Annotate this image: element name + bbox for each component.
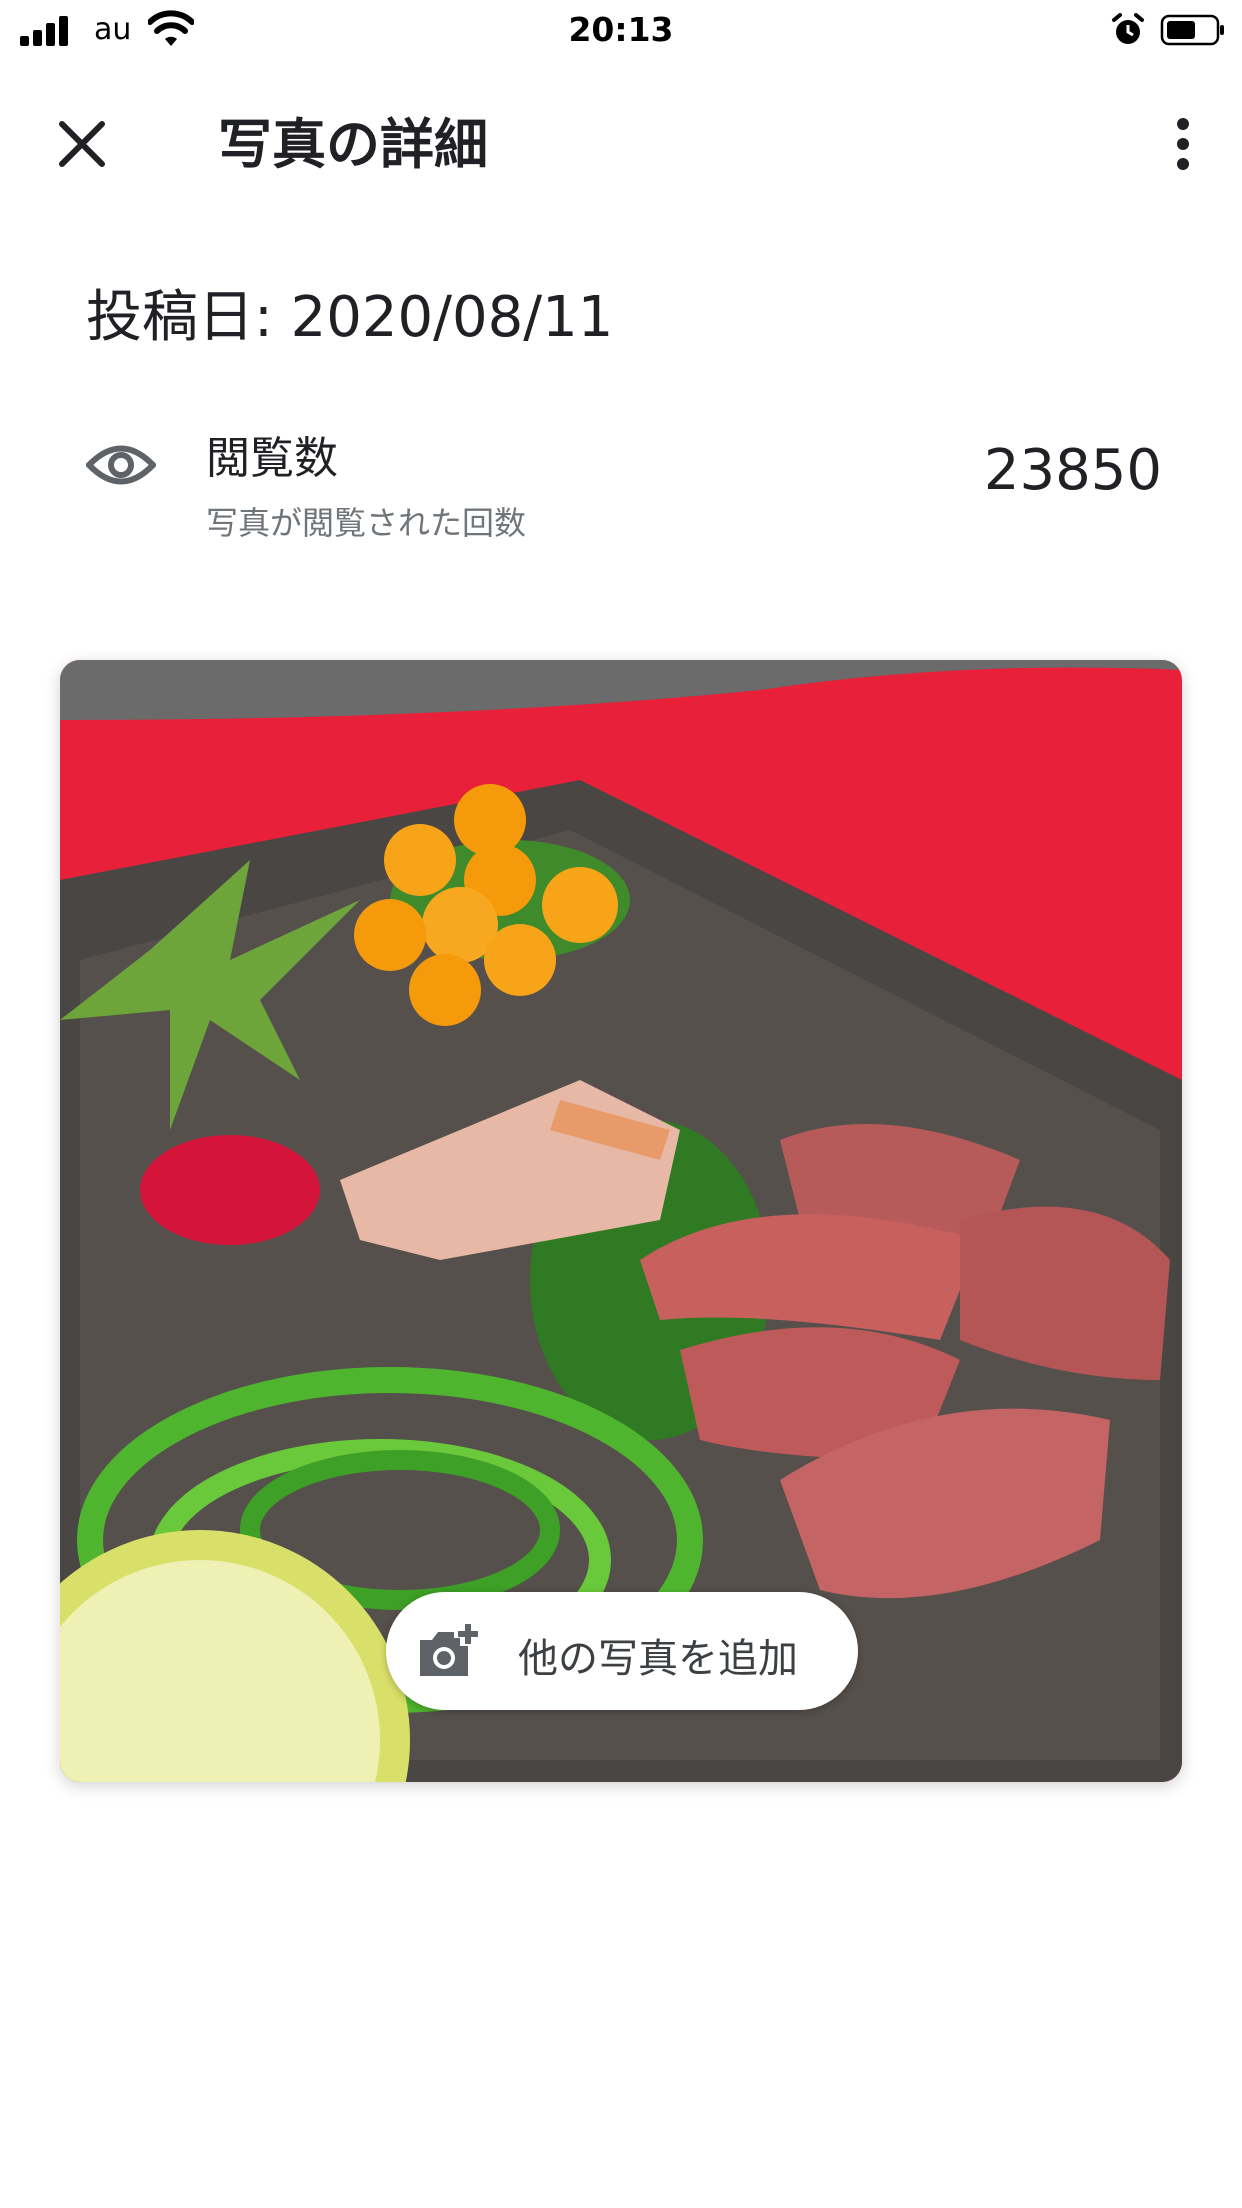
battery-icon xyxy=(1160,14,1224,46)
views-subtitle: 写真が閲覧された回数 xyxy=(206,504,527,542)
add-photo-label: 他の写真を追加 xyxy=(518,1636,798,1682)
views-row: 閲覧数 写真が閲覧された回数 23850 xyxy=(0,410,1242,560)
posted-date: 投稿日: 2020/08/11 xyxy=(86,285,614,350)
views-count: 23850 xyxy=(983,438,1162,503)
status-bar: au 20:13 xyxy=(0,0,1242,62)
eye-icon xyxy=(86,445,156,485)
alarm-icon xyxy=(1112,13,1144,44)
status-time: 20:13 xyxy=(568,10,674,49)
views-title: 閲覧数 xyxy=(206,433,338,484)
close-icon[interactable] xyxy=(52,114,112,174)
more-vert-icon[interactable] xyxy=(1160,114,1206,174)
add-photo-button[interactable]: 他の写真を追加 xyxy=(386,1592,858,1710)
add-photo-camera-icon xyxy=(420,1624,478,1676)
page-title: 写真の詳細 xyxy=(218,113,488,176)
app-bar: 写真の詳細 xyxy=(0,62,1242,226)
